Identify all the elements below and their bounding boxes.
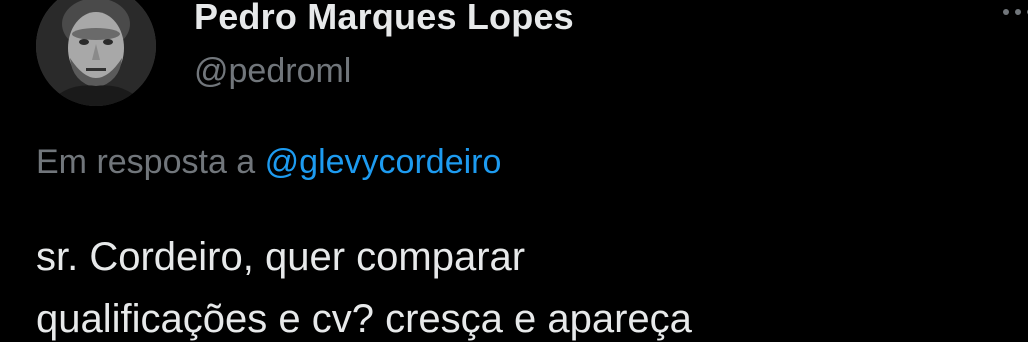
tweet-text-line-1: sr. Cordeiro, quer comparar bbox=[36, 235, 526, 279]
reply-mention-link[interactable]: @glevycordeiro bbox=[265, 143, 502, 181]
tweet-card[interactable]: Pedro Marques Lopes @pedroml Em resposta… bbox=[0, 0, 1028, 342]
tweet-text-line-2: qualificações e cv? cresça e apareça bbox=[36, 297, 692, 341]
more-options-icon[interactable] bbox=[1000, 2, 1028, 22]
author-handle[interactable]: @pedroml bbox=[194, 52, 351, 91]
avatar-photo-icon bbox=[36, 0, 156, 106]
tweet-body: sr. Cordeiro, quer comparar qualificaçõe… bbox=[36, 226, 996, 342]
reply-prefix: Em resposta a bbox=[36, 143, 256, 181]
author-display-name[interactable]: Pedro Marques Lopes bbox=[194, 0, 574, 38]
reply-context: Em resposta a @glevycordeiro bbox=[36, 143, 501, 182]
author-avatar[interactable] bbox=[36, 0, 156, 106]
